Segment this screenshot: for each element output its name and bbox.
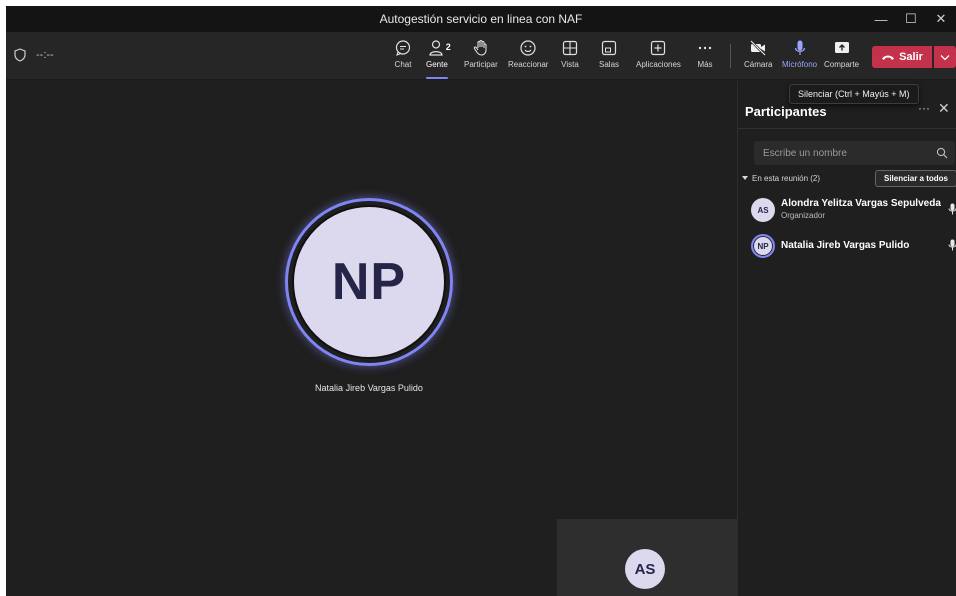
- window-controls: — ☐ ✕: [866, 6, 956, 32]
- more-button[interactable]: Más: [696, 36, 714, 76]
- participant-name: Alondra Yelitza Vargas Sepulveda: [781, 198, 941, 209]
- participant-row[interactable]: NP Natalia Jireb Vargas Pulido: [751, 234, 956, 264]
- section-label: En esta reunión (2): [752, 174, 821, 183]
- speaker-avatar-ring: NP: [285, 198, 453, 366]
- meeting-timer: --:--: [36, 49, 54, 61]
- people-button[interactable]: 2 Gente: [426, 36, 451, 79]
- teams-window: Autogestión servicio en linea con NAF — …: [6, 6, 956, 596]
- participant-avatar: NP: [751, 234, 775, 258]
- leave-button[interactable]: Salir: [872, 46, 932, 68]
- react-label: Reaccionar: [508, 60, 549, 69]
- participant-name: Natalia Jireb Vargas Pulido: [781, 240, 910, 251]
- rooms-icon: [601, 40, 617, 56]
- participant-avatar: AS: [751, 198, 775, 222]
- panel-close-button[interactable]: ✕: [938, 100, 950, 117]
- raise-hand-icon: [473, 39, 487, 56]
- speaker-avatar: NP: [292, 205, 446, 359]
- apps-label: Aplicaciones: [636, 60, 681, 69]
- panel-title: Participantes: [745, 104, 827, 119]
- toolbar-divider: [730, 44, 731, 68]
- self-avatar: AS: [625, 549, 665, 589]
- microphone-icon: [948, 203, 956, 215]
- raise-hand-button[interactable]: Participar: [464, 36, 498, 76]
- share-button[interactable]: Comparte: [824, 36, 859, 76]
- more-dots-icon: [698, 46, 712, 50]
- share-label: Comparte: [824, 60, 860, 69]
- mute-all-button[interactable]: Silenciar a todos: [875, 170, 956, 187]
- panel-more-button[interactable]: ···: [918, 101, 930, 115]
- chevron-down-icon: [940, 54, 950, 60]
- chat-icon: [395, 40, 411, 56]
- microphone-icon: [794, 40, 805, 55]
- more-label: Más: [697, 60, 713, 69]
- add-app-icon: [651, 40, 666, 56]
- participant-search-input[interactable]: [754, 141, 955, 165]
- in-meeting-section-toggle[interactable]: En esta reunión (2): [742, 174, 820, 183]
- people-count: 2: [445, 42, 451, 52]
- hang-up-icon: [882, 55, 895, 60]
- maximize-button[interactable]: ☐: [896, 11, 926, 27]
- share-screen-icon: [834, 42, 849, 53]
- self-video-tile[interactable]: AS: [557, 519, 737, 596]
- camera-off-icon: [750, 40, 767, 56]
- close-window-button[interactable]: ✕: [926, 11, 956, 27]
- leave-control: Salir: [872, 46, 956, 68]
- meeting-toolbar: --:-- Chat 2 Gente Participar Reaccionar…: [6, 32, 956, 80]
- participant-role: Organizador: [781, 211, 826, 220]
- panel-divider: [738, 128, 956, 129]
- mic-label: Micrófono: [782, 60, 818, 69]
- microphone-icon: [948, 239, 956, 251]
- camera-label: Cámara: [744, 60, 773, 69]
- search-icon: [936, 147, 948, 159]
- speaker-name: Natalia Jireb Vargas Pulido: [315, 383, 423, 393]
- mic-button[interactable]: Micrófono: [782, 36, 817, 76]
- apps-button[interactable]: Aplicaciones: [636, 36, 681, 76]
- react-button[interactable]: Reaccionar: [508, 36, 548, 76]
- leave-label: Salir: [899, 51, 923, 63]
- smiley-icon: [520, 40, 536, 56]
- leave-options-button[interactable]: [934, 46, 956, 68]
- participants-panel: Participantes ··· ✕ En esta reunión (2) …: [737, 81, 956, 596]
- caret-down-icon: [742, 176, 748, 180]
- people-icon: [429, 40, 443, 56]
- camera-button[interactable]: Cámara: [744, 36, 772, 76]
- mute-tooltip: Silenciar (Ctrl + Mayús + M): [789, 84, 919, 104]
- rooms-button[interactable]: Salas: [599, 36, 619, 76]
- grid-view-icon: [562, 40, 578, 56]
- view-button[interactable]: Vista: [561, 36, 579, 76]
- shield-icon: [14, 48, 26, 62]
- view-label: Vista: [561, 60, 579, 69]
- chat-label: Chat: [394, 60, 412, 69]
- window-title: Autogestión servicio en linea con NAF: [379, 12, 583, 26]
- minimize-button[interactable]: —: [866, 12, 896, 27]
- people-label: Gente: [426, 60, 448, 69]
- chat-button[interactable]: Chat: [394, 36, 412, 76]
- title-bar: Autogestión servicio en linea con NAF — …: [6, 6, 956, 32]
- meeting-stage: NP Natalia Jireb Vargas Pulido AS: [6, 81, 737, 596]
- rooms-label: Salas: [599, 60, 620, 69]
- raise-hand-label: Participar: [464, 60, 498, 69]
- participant-row[interactable]: AS Alondra Yelitza Vargas Sepulveda Orga…: [751, 198, 956, 228]
